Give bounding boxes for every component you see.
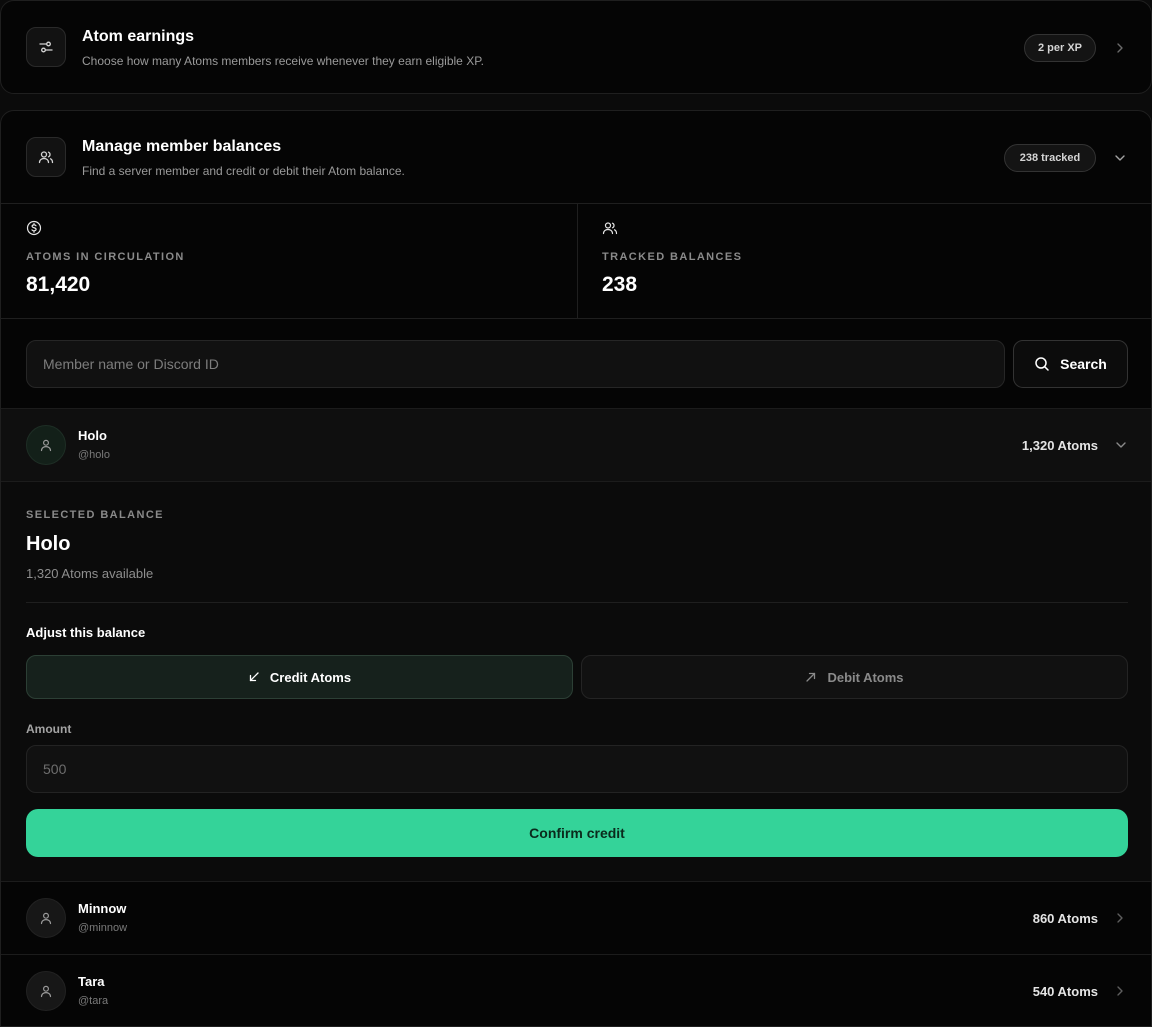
arrow-up-right-icon [805,671,817,683]
member-row-tara[interactable]: Tara @tara 540 Atoms [1,954,1151,1026]
atom-earnings-subtitle: Choose how many Atoms members receive wh… [82,54,484,68]
manage-balances-subtitle: Find a server member and credit or debit… [82,164,405,178]
member-name: Minnow [78,901,127,916]
search-row: Search [1,319,1151,408]
selected-balance-panel: SELECTED BALANCE Holo 1,320 Atoms availa… [1,481,1151,881]
confirm-credit-button[interactable]: Confirm credit [26,809,1128,857]
stat-value: 81,420 [26,273,91,296]
stat-tracked-balances: TRACKED BALANCES 238 [578,204,1151,319]
stat-label: TRACKED BALANCES [602,251,743,263]
chevron-right-icon[interactable] [1113,911,1127,925]
sliders-icon [26,27,66,67]
credit-atoms-label: Credit Atoms [269,669,352,685]
search-button[interactable]: Search [1013,340,1128,388]
member-name: Tara [78,974,105,989]
rate-badge: 2 per XP [1024,34,1096,62]
stat-value: 238 [602,273,638,296]
page: Atom earnings Choose how many Atoms memb… [0,0,1152,1027]
member-name: Holo [78,428,107,443]
manage-balances-title: Manage member balances [82,138,282,155]
chevron-down-icon[interactable] [1113,151,1127,165]
manage-balances-header[interactable]: Manage member balances Find a server mem… [1,111,1151,204]
selected-balance-label: SELECTED BALANCE [26,509,164,521]
member-handle: @tara [78,995,109,1007]
amount-input[interactable] [26,745,1128,793]
stat-label: ATOMS IN CIRCULATION [26,251,185,263]
chevron-down-icon[interactable] [1114,438,1128,452]
member-balance: 1,320 Atoms [1021,438,1098,453]
avatar [26,425,66,465]
member-balance: 860 Atoms [1032,911,1098,926]
member-handle: @minnow [78,922,128,934]
avatar [26,898,66,938]
atom-earnings-card[interactable]: Atom earnings Choose how many Atoms memb… [0,0,1152,94]
divider [26,602,1128,603]
arrow-down-left-icon [248,671,260,683]
chevron-right-icon[interactable] [1113,984,1127,998]
credit-atoms-button[interactable]: Credit Atoms [26,655,573,699]
member-row-holo[interactable]: Holo @holo 1,320 Atoms [1,408,1151,481]
manage-balances-card: Manage member balances Find a server mem… [0,110,1152,1027]
dollar-circle-icon [26,220,42,241]
amount-label: Amount [26,722,72,736]
member-search-input[interactable] [26,340,1005,388]
adjust-balance-label: Adjust this balance [26,625,146,640]
avatar [26,971,66,1011]
selected-available: 1,320 Atoms available [26,566,154,581]
debit-atoms-button[interactable]: Debit Atoms [581,655,1128,699]
stat-atoms-in-circulation: ATOMS IN CIRCULATION 81,420 [1,204,577,319]
debit-atoms-label: Debit Atoms [827,669,904,685]
search-button-label: Search [1060,356,1107,372]
users-icon [26,137,66,177]
selected-member-name: Holo [26,533,71,555]
chevron-right-icon[interactable] [1113,41,1127,55]
users-icon [602,220,618,241]
member-row-minnow[interactable]: Minnow @minnow 860 Atoms [1,881,1151,954]
stats-panel: ATOMS IN CIRCULATION 81,420 TRACKED BALA… [1,204,1151,319]
search-icon [1034,356,1050,372]
member-balance: 540 Atoms [1032,984,1098,999]
atom-earnings-title: Atom earnings [82,28,195,45]
member-handle: @holo [78,449,110,461]
tracked-badge: 238 tracked [1004,144,1096,172]
